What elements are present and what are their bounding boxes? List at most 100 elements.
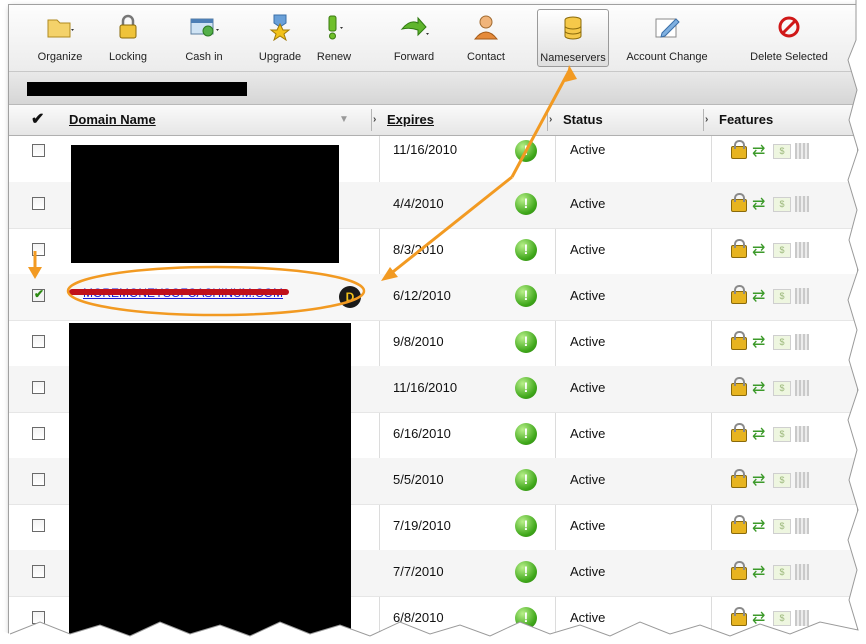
column-divider [547,109,548,131]
select-all-checkmark[interactable]: ✔ [31,105,44,135]
status-info-icon[interactable] [515,469,537,491]
status-cell: Active [570,564,606,579]
row-checkbox[interactable] [32,381,45,394]
auto-renew-icon[interactable]: ⇄ [752,564,765,582]
lock-feature-icon[interactable] [731,331,747,350]
column-expand-icon[interactable]: › [549,105,552,135]
lock-feature-icon[interactable] [731,239,747,258]
status-info-icon[interactable] [515,285,537,307]
cash-feature-icon[interactable]: $ [773,289,791,304]
lock-feature-icon[interactable] [731,285,747,304]
row-checkbox[interactable] [32,519,45,532]
privacy-feature-icon[interactable] [795,334,809,350]
cash-in-button[interactable]: Cash in [173,9,235,67]
account-change-button[interactable]: Account Change [621,9,713,67]
features-cell: ⇄ $ [731,515,857,536]
cash-feature-icon[interactable]: $ [773,197,791,212]
privacy-feature-icon[interactable] [795,426,809,442]
features-cell: ⇄ $ [731,331,857,352]
privacy-feature-icon[interactable] [795,380,809,396]
upgrade-button[interactable]: Upgrade [253,9,307,67]
cash-feature-icon[interactable]: $ [773,243,791,258]
cash-feature-icon[interactable]: $ [773,381,791,396]
status-info-icon[interactable] [515,239,537,261]
row-checkbox[interactable] [32,335,45,348]
auto-renew-icon[interactable]: ⇄ [752,610,765,628]
row-checkbox[interactable] [32,197,45,210]
contact-button[interactable]: Contact [455,9,517,67]
row-checkbox[interactable] [32,473,45,486]
column-expand-icon[interactable]: › [373,105,376,135]
status-info-icon[interactable] [515,140,537,162]
privacy-feature-icon[interactable] [795,242,809,258]
privacy-feature-icon[interactable] [795,196,809,212]
account-change-icon [655,18,680,38]
status-cell: Active [570,142,606,157]
privacy-feature-icon[interactable] [795,518,809,534]
status-info-icon[interactable] [515,607,537,629]
info-bar [9,72,857,105]
cash-feature-icon[interactable]: $ [773,611,791,626]
lock-feature-icon[interactable] [731,193,747,212]
row-checkbox[interactable] [32,243,45,256]
cash-feature-icon[interactable]: $ [773,519,791,534]
cash-feature-icon[interactable]: $ [773,335,791,350]
status-cell: Active [570,334,606,349]
auto-renew-icon[interactable]: ⇄ [752,196,765,214]
privacy-feature-icon[interactable] [795,472,809,488]
row-checkbox[interactable] [32,565,45,578]
cash-feature-icon[interactable]: $ [773,427,791,442]
auto-renew-icon[interactable]: ⇄ [752,472,765,490]
status-cell: Active [570,518,606,533]
column-expand-icon[interactable]: › [705,105,708,135]
expires-cell: 9/8/2010 [393,334,444,349]
lock-feature-icon[interactable] [731,561,747,580]
status-info-icon[interactable] [515,423,537,445]
domain-badge-icon[interactable]: D [339,286,361,308]
status-info-icon[interactable] [515,331,537,353]
features-cell: ⇄ $ [731,193,857,214]
row-checkbox[interactable] [32,611,45,624]
forward-arrow-icon [400,16,429,37]
auto-renew-icon[interactable]: ⇄ [752,143,765,161]
lock-feature-icon[interactable] [731,515,747,534]
domain-name-column-header[interactable]: Domain Name [69,105,156,135]
lock-feature-icon[interactable] [731,140,747,159]
features-column-header[interactable]: Features [719,105,773,135]
status-column-header[interactable]: Status [563,105,603,135]
nameservers-button[interactable]: Nameservers [537,9,609,67]
privacy-feature-icon[interactable] [795,143,809,159]
row-checkbox[interactable] [32,144,45,157]
delete-icon [778,16,800,38]
status-info-icon[interactable] [515,377,537,399]
privacy-feature-icon[interactable] [795,610,809,626]
auto-renew-icon[interactable]: ⇄ [752,242,765,260]
privacy-feature-icon[interactable] [795,564,809,580]
lock-feature-icon[interactable] [731,423,747,442]
status-info-icon[interactable] [515,193,537,215]
organize-button[interactable]: Organize [31,9,89,67]
lock-feature-icon[interactable] [731,469,747,488]
locking-button[interactable]: Locking [101,9,155,67]
cash-feature-icon[interactable]: $ [773,473,791,488]
status-info-icon[interactable] [515,561,537,583]
auto-renew-icon[interactable]: ⇄ [752,426,765,444]
forward-button[interactable]: Forward [383,9,445,67]
renew-button[interactable]: Renew [313,9,355,67]
row-checkbox[interactable]: ✔ [32,287,45,302]
delete-selected-button[interactable]: Delete Selected [739,9,839,67]
auto-renew-icon[interactable]: ⇄ [752,380,765,398]
auto-renew-icon[interactable]: ⇄ [752,334,765,352]
expires-column-header[interactable]: Expires [387,105,434,135]
table-row[interactable]: ✔MOREMONEYSOFCASHINUM.COMD6/12/2010Activ… [9,274,857,321]
row-checkbox[interactable] [32,427,45,440]
auto-renew-icon[interactable]: ⇄ [752,288,765,306]
cash-feature-icon[interactable]: $ [773,144,791,159]
cash-feature-icon[interactable]: $ [773,565,791,580]
auto-renew-icon[interactable]: ⇄ [752,518,765,536]
lock-feature-icon[interactable] [731,377,747,396]
lock-feature-icon[interactable] [731,607,747,626]
privacy-feature-icon[interactable] [795,288,809,304]
status-info-icon[interactable] [515,515,537,537]
sort-down-icon[interactable]: ▼ [339,105,349,135]
